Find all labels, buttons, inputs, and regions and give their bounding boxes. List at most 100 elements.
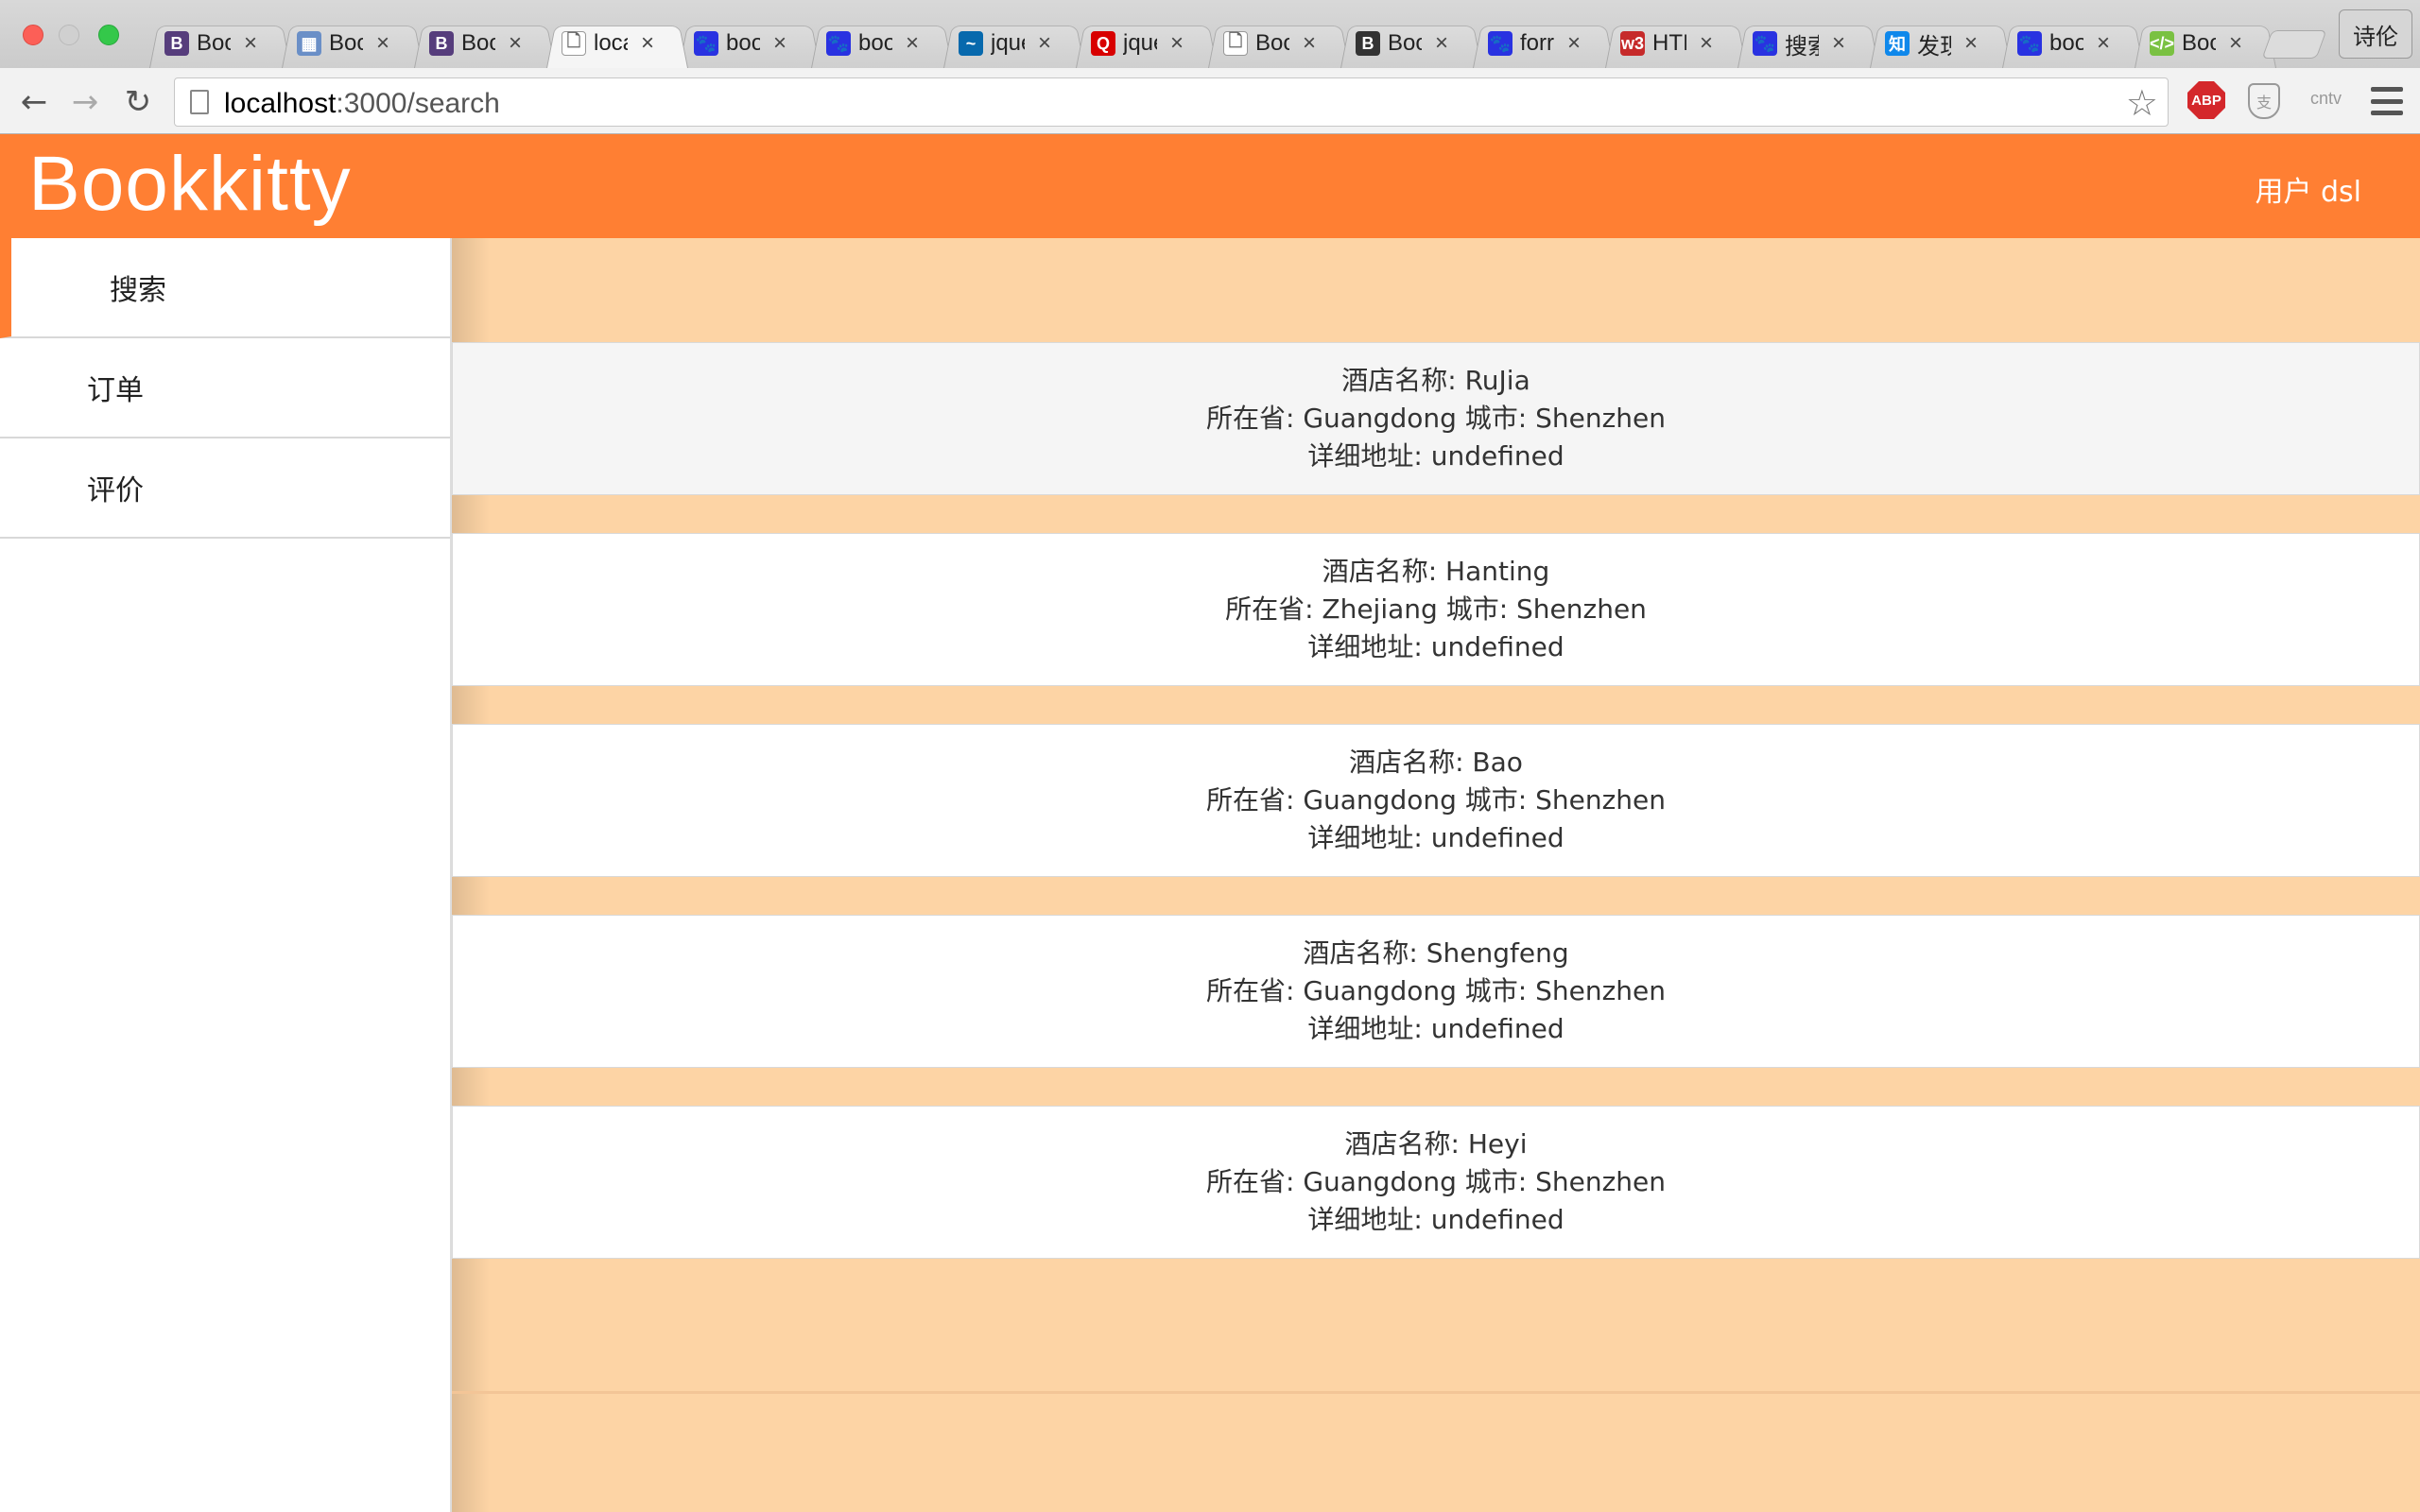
- url-host: localhost: [224, 88, 337, 119]
- close-icon[interactable]: ×: [1303, 30, 1316, 57]
- close-icon[interactable]: ×: [509, 30, 522, 57]
- cntv-extension-icon[interactable]: cntv: [2310, 89, 2342, 109]
- browser-tab-title: boo: [726, 30, 760, 56]
- browser-tab-content[interactable]: 🐾 boo ×: [679, 19, 811, 68]
- profile-button[interactable]: 诗伦: [2339, 9, 2412, 59]
- browser-tab-content[interactable]: B Boo ×: [1340, 19, 1473, 68]
- browser-tab-content[interactable]: B Boo ×: [149, 19, 282, 68]
- browser-tab-content[interactable]: 🗋 loca ×: [546, 19, 679, 68]
- bootstrap-icon: B: [429, 31, 454, 56]
- browser-tab-title: Boo: [1255, 30, 1289, 56]
- browser-tab-content[interactable]: 🐾 boo ×: [2002, 19, 2135, 68]
- hotel-address: 详细地址: undefined: [1307, 1013, 1564, 1044]
- browser-tab-title: Boo: [1388, 30, 1422, 56]
- hotel-card[interactable]: 酒店名称: RuJia 所在省: Guangdong 城市: Shenzhen …: [452, 342, 2420, 495]
- close-icon[interactable]: ×: [1170, 30, 1184, 57]
- code-icon: </>: [2150, 31, 2174, 56]
- browser-tab-title: Boo: [2182, 30, 2216, 56]
- browser-tab-title: 搜索: [1785, 33, 1819, 60]
- browser-tab-content[interactable]: ▦ Boo ×: [282, 19, 414, 68]
- browser-tab-content[interactable]: 🐾 搜索 ×: [1737, 19, 1870, 68]
- browser-tab-title: Boo: [461, 30, 495, 56]
- hotel-address: 详细地址: undefined: [1307, 822, 1564, 853]
- jquery-icon: ~: [959, 31, 983, 56]
- address-bar[interactable]: localhost:3000/search ☆: [174, 77, 2169, 127]
- hotel-location: 所在省: Guangdong 城市: Shenzhen: [1205, 975, 1667, 1006]
- close-window-button[interactable]: [23, 25, 43, 45]
- shield-extension-icon[interactable]: 支: [2248, 83, 2280, 119]
- browser-tab-content[interactable]: 🐾 boo ×: [811, 19, 943, 68]
- baidu-paw-icon: 🐾: [1488, 31, 1512, 56]
- baidu-paw-icon: 🐾: [826, 31, 851, 56]
- bookmark-star-icon[interactable]: ☆: [2126, 82, 2158, 124]
- browser-tab-title: HTI: [1652, 30, 1686, 56]
- forward-arrow-icon[interactable]: →: [66, 83, 104, 121]
- browser-tab-content[interactable]: w3 HTI ×: [1605, 19, 1737, 68]
- browser-tab-content[interactable]: 知发现 ×: [1870, 19, 2002, 68]
- hotel-address: 详细地址: undefined: [1307, 440, 1564, 472]
- browser-tab-content[interactable]: 🐾 forr ×: [1473, 19, 1605, 68]
- close-icon[interactable]: ×: [1435, 30, 1448, 57]
- sidebar-item-orders[interactable]: 订单: [0, 338, 450, 438]
- close-icon[interactable]: ×: [2097, 30, 2110, 57]
- close-icon[interactable]: ×: [244, 30, 257, 57]
- close-icon[interactable]: ×: [1700, 30, 1713, 57]
- hotel-name: 酒店名称: Hanting: [1322, 556, 1550, 587]
- close-icon[interactable]: ×: [641, 30, 654, 57]
- hotel-card[interactable]: 酒店名称: Hanting 所在省: Zhejiang 城市: Shenzhen…: [452, 533, 2420, 686]
- browser-tab-content[interactable]: Qjque ×: [1076, 19, 1208, 68]
- close-icon[interactable]: ×: [2229, 30, 2242, 57]
- brand-logo[interactable]: Bookkitty: [28, 140, 352, 229]
- adblock-plus-icon[interactable]: ABP: [2187, 81, 2225, 119]
- web-page: Bookkitty 用户 dsl 搜索 订单 评价 酒店名称: RuJia 所在…: [0, 134, 2420, 1512]
- zhihu-icon: 知: [1885, 31, 1910, 56]
- hotel-card[interactable]: 酒店名称: Shengfeng 所在省: Guangdong 城市: Shenz…: [452, 915, 2420, 1068]
- hotel-name: 酒店名称: Heyi: [1344, 1128, 1528, 1160]
- browser-tabs: BBoo×▦Boo×BBoo×🗋loca×🐾boo×🐾boo×~jque×Qjq…: [149, 19, 2276, 68]
- list-divider: [452, 1391, 2420, 1394]
- browser-tab-content[interactable]: 🗋 Boo ×: [1208, 19, 1340, 68]
- close-icon[interactable]: ×: [1567, 30, 1581, 57]
- new-tab-button[interactable]: [2261, 30, 2327, 59]
- close-icon[interactable]: ×: [906, 30, 919, 57]
- close-icon[interactable]: ×: [1832, 30, 1845, 57]
- browser-tab-title: jque: [1123, 30, 1157, 56]
- browser-tab-content[interactable]: ~ jque ×: [943, 19, 1076, 68]
- hotel-address: 详细地址: undefined: [1307, 1204, 1564, 1235]
- hotel-address: 详细地址: undefined: [1307, 631, 1564, 662]
- bootstrap-icon: B: [164, 31, 189, 56]
- hotel-location: 所在省: Guangdong 城市: Shenzhen: [1205, 403, 1667, 434]
- baidu-paw-icon: 🐾: [2017, 31, 2042, 56]
- browser-tab-content[interactable]: </> Boo ×: [2135, 19, 2267, 68]
- sidebar-item-label: 搜索: [110, 274, 166, 307]
- hotel-location: 所在省: Guangdong 城市: Shenzhen: [1205, 1166, 1667, 1197]
- browser-tab-content[interactable]: B Boo ×: [414, 19, 546, 68]
- minimize-window-button[interactable]: [59, 25, 79, 45]
- maximize-window-button[interactable]: [98, 25, 119, 45]
- hotel-list: 酒店名称: RuJia 所在省: Guangdong 城市: Shenzhen …: [452, 342, 2420, 1297]
- close-icon[interactable]: ×: [1038, 30, 1051, 57]
- browser-tab-title: Boo: [329, 30, 363, 56]
- page-icon: 🗋: [1223, 31, 1248, 56]
- back-arrow-icon[interactable]: ←: [15, 83, 53, 121]
- browser-tab-title: forr: [1520, 30, 1554, 56]
- page-icon: 🗋: [562, 31, 586, 56]
- hotel-location: 所在省: Zhejiang 城市: Shenzhen: [1225, 593, 1647, 625]
- hotel-name: 酒店名称: Bao: [1349, 747, 1523, 778]
- hotel-location: 所在省: Guangdong 城市: Shenzhen: [1205, 784, 1667, 816]
- hotel-card[interactable]: 酒店名称: Heyi 所在省: Guangdong 城市: Shenzhen 详…: [452, 1106, 2420, 1259]
- close-icon[interactable]: ×: [773, 30, 786, 57]
- browser-tab-title: Boo: [197, 30, 231, 56]
- close-icon[interactable]: ×: [1964, 30, 1978, 57]
- url-text[interactable]: localhost:3000/search: [224, 88, 500, 120]
- grid-icon: ▦: [297, 31, 321, 56]
- close-icon[interactable]: ×: [376, 30, 389, 57]
- hamburger-menu-icon[interactable]: [2371, 87, 2403, 115]
- reload-icon[interactable]: ↻: [119, 83, 157, 121]
- sidebar: 搜索 订单 评价: [0, 238, 452, 1512]
- sidebar-item-reviews[interactable]: 评价: [0, 438, 450, 539]
- browser-tab-title: boo: [2049, 30, 2083, 56]
- hotel-card[interactable]: 酒店名称: Bao 所在省: Guangdong 城市: Shenzhen 详细…: [452, 724, 2420, 877]
- sidebar-item-search[interactable]: 搜索: [0, 238, 450, 338]
- user-label[interactable]: 用户 dsl: [2255, 168, 2361, 210]
